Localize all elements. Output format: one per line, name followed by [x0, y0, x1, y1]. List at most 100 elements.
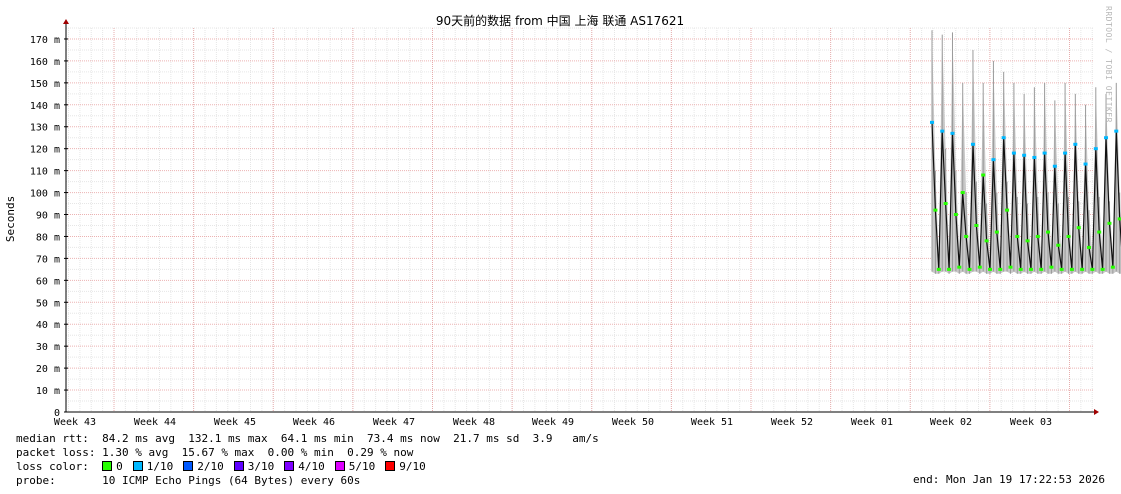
loss-color-item: 4/10 — [284, 460, 325, 474]
median-point — [1032, 155, 1037, 159]
x-tick-label: Week 49 — [532, 417, 574, 428]
median-point — [1046, 230, 1051, 234]
median-point — [960, 191, 965, 195]
chart-title: 90天前的数据 from 中国 上海 联通 AS17621 — [436, 13, 684, 28]
median-point — [1107, 221, 1112, 225]
median-point — [1008, 265, 1013, 269]
median-point — [1049, 265, 1054, 269]
probe-label: probe: — [16, 474, 56, 487]
legend-median-rtt: median rtt: 84.2 ms avg 132.1 ms max 64.… — [16, 432, 599, 446]
y-tick-label: 120 m — [30, 145, 60, 156]
median-point — [1083, 162, 1088, 166]
median-point — [998, 267, 1003, 271]
y-tick-label: 170 m — [30, 35, 60, 46]
loss-color-swatch — [233, 461, 244, 471]
y-tick-label: 90 m — [36, 211, 60, 222]
median-point — [933, 208, 938, 212]
y-tick-label: 40 m — [36, 320, 60, 331]
loss-color-label: loss color: — [16, 460, 89, 473]
median-point — [1018, 267, 1023, 271]
median-point — [1015, 234, 1020, 238]
x-tick-label: Week 48 — [453, 417, 495, 428]
loss-color-swatch — [284, 461, 295, 471]
y-tick-label: 100 m — [30, 189, 60, 200]
loss-color-swatch-label: 5/10 — [348, 460, 376, 473]
legend-loss-color: loss color: 0 1/10 2/10 3/10 4/10 5/10 9/10 — [16, 460, 436, 474]
x-tick-label: Week 45 — [214, 417, 256, 428]
median-point — [1110, 265, 1115, 269]
y-tick-label: 20 m — [36, 364, 60, 375]
x-tick-label: Week 47 — [373, 417, 415, 428]
x-tick-label: Week 43 — [54, 417, 96, 428]
loss-color-swatch-label: 0 — [116, 460, 123, 473]
loss-color-swatch-label: 3/10 — [247, 460, 275, 473]
loss-color-swatch-label: 2/10 — [197, 460, 224, 473]
end-time: end: Mon Jan 19 17:22:53 2026 — [912, 473, 1105, 486]
loss-color-swatch — [132, 461, 143, 471]
median-point — [957, 265, 962, 269]
median-point — [943, 202, 948, 206]
x-tick-label: Week 44 — [134, 417, 176, 428]
median-point — [991, 158, 996, 162]
y-axis-label: Seconds — [4, 196, 17, 242]
median-point — [1001, 136, 1006, 140]
median-point — [981, 173, 986, 177]
median-point — [1052, 164, 1057, 168]
y-tick-label: 60 m — [36, 276, 60, 287]
y-tick-label: 150 m — [30, 79, 60, 90]
x-axis-arrow — [1094, 409, 1099, 415]
x-tick-label: Week 50 — [612, 417, 654, 428]
loss-color-item: 5/10 — [334, 460, 376, 474]
loss-color-swatch — [183, 461, 194, 471]
median-point — [1028, 267, 1033, 271]
median-point — [1100, 267, 1105, 271]
y-tick-label: 130 m — [30, 123, 60, 134]
loss-color-swatch-label: 4/10 — [298, 460, 325, 473]
median-point — [1069, 267, 1074, 271]
packet-loss-values: 1.30 % avg 15.67 % max 0.00 % min 0.29 %… — [102, 446, 414, 459]
median-point — [1039, 267, 1044, 271]
loss-color-swatch — [385, 461, 396, 471]
median-rtt-label: median rtt: — [16, 432, 89, 445]
loss-color-swatch-label: 1/10 — [146, 460, 174, 473]
rrdtool-watermark: RRDTOOL / TOBI OETIKER — [1104, 6, 1113, 123]
loss-color-item: 2/10 — [183, 460, 224, 474]
median-point — [1035, 234, 1040, 238]
x-tick-label: Week 46 — [293, 417, 335, 428]
median-point — [1066, 234, 1071, 238]
median-point — [950, 131, 955, 135]
median-point — [970, 142, 975, 146]
loss-color-swatches: 0 1/10 2/10 3/10 4/10 5/10 9/10 — [102, 460, 436, 473]
probe-value: 10 ICMP Echo Pings (64 Bytes) every 60s — [102, 474, 361, 487]
y-tick-label: 50 m — [36, 298, 60, 309]
median-point — [1025, 239, 1030, 243]
x-tick-label: Week 02 — [930, 417, 972, 428]
median-point — [1076, 226, 1081, 230]
median-point — [1086, 245, 1091, 249]
median-point — [1104, 136, 1109, 140]
median-point — [988, 267, 993, 271]
median-point — [964, 234, 969, 238]
x-tick-label: Week 03 — [1010, 417, 1052, 428]
median-point — [977, 265, 982, 269]
median-point — [947, 267, 952, 271]
y-tick-label: 10 m — [36, 386, 60, 397]
median-rtt-values: 84.2 ms avg 132.1 ms max 64.1 ms min 73.… — [102, 432, 599, 445]
y-tick-label: 160 m — [30, 57, 60, 68]
median-point — [1063, 151, 1068, 155]
median-point — [1097, 230, 1102, 234]
loss-color-item: 3/10 — [233, 460, 275, 474]
loss-color-swatch-label: 9/10 — [399, 460, 426, 473]
median-point — [930, 120, 934, 124]
median-point — [1011, 151, 1016, 155]
smokeping-chart: 90天前的数据 from 中国 上海 联通 AS17621 Seconds 01… — [4, 13, 1121, 428]
y-tick-label: 80 m — [36, 232, 60, 243]
median-point — [1022, 153, 1027, 157]
median-point — [1042, 151, 1047, 155]
y-tick-label: 30 m — [36, 342, 60, 353]
median-point — [1114, 129, 1119, 133]
median-point — [940, 129, 945, 133]
median-point — [1080, 267, 1085, 271]
x-tick-label: Week 51 — [691, 417, 733, 428]
median-point — [967, 267, 972, 271]
